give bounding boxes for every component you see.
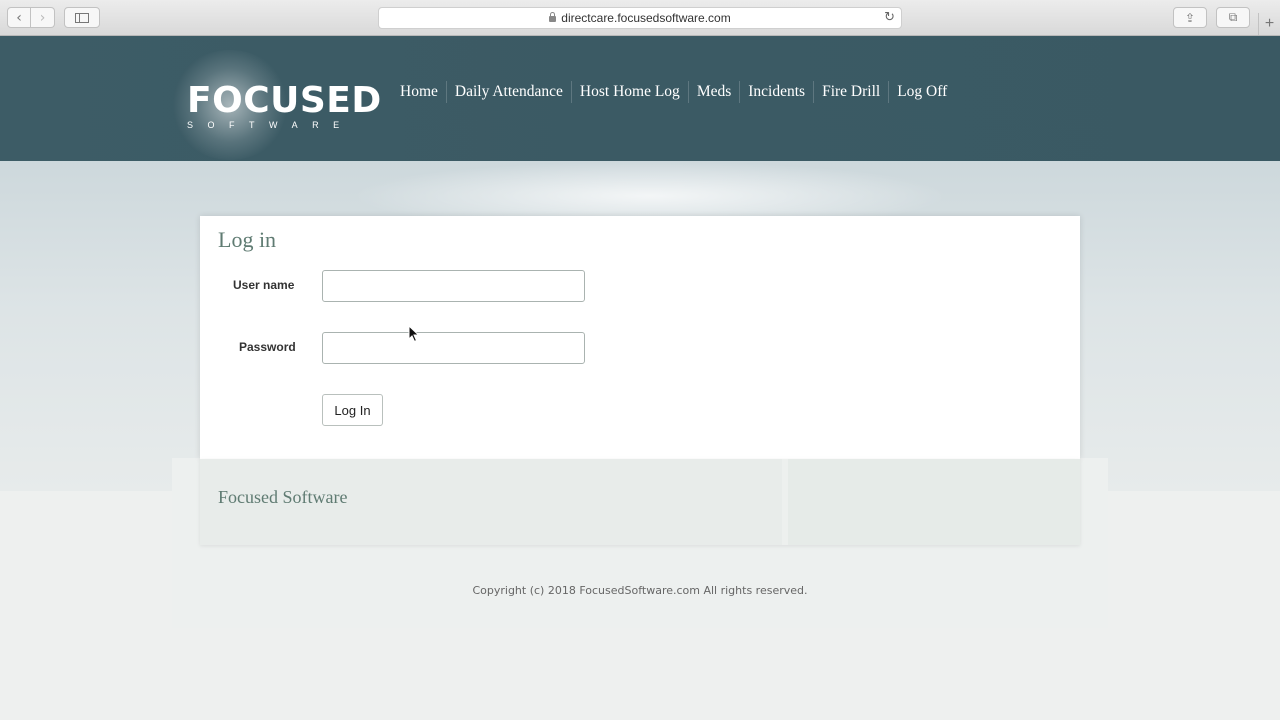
password-label: Password: [239, 340, 296, 354]
logo-wordmark: FOCUSED: [187, 80, 382, 121]
menu-item-meds[interactable]: Meds: [687, 81, 739, 103]
tabs-icon: ⧉: [1228, 10, 1238, 24]
password-field[interactable]: [322, 332, 585, 364]
menu-item-fire-drill[interactable]: Fire Drill: [813, 81, 888, 103]
login-button[interactable]: Log In: [322, 394, 383, 426]
menu-item-log-off[interactable]: Log Off: [888, 81, 955, 103]
footer-brand: Focused Software: [218, 487, 348, 507]
share-button[interactable]: ⇪: [1173, 7, 1207, 28]
menu-item-incidents[interactable]: Incidents: [739, 81, 813, 103]
copyright-text: Copyright (c) 2018 FocusedSoftware.com A…: [472, 584, 808, 597]
chevron-right-icon: ›: [39, 9, 46, 26]
menu-item-home[interactable]: Home: [392, 81, 446, 103]
address-bar[interactable]: directcare.focusedsoftware.com ↻: [378, 7, 902, 29]
history-nav: ‹ ›: [7, 7, 55, 28]
site-logo[interactable]: FOCUSED SOFTWARE: [187, 80, 382, 131]
forward-button[interactable]: ›: [31, 7, 55, 28]
footer-side-panel: [782, 459, 1080, 545]
sidebar-toggle-button[interactable]: [64, 7, 100, 28]
browser-toolbar: ‹ › directcare.focusedsoftware.com ↻ ⇪ ⧉…: [0, 0, 1280, 36]
reload-icon[interactable]: ↻: [884, 10, 895, 25]
login-panel: Log in User name Password Log In: [200, 216, 1080, 459]
menu-item-daily-attendance[interactable]: Daily Attendance: [445, 81, 571, 103]
login-title: Log in: [218, 227, 277, 252]
show-tabs-button[interactable]: ⧉: [1216, 7, 1250, 28]
main-menu: Home Daily Attendance Host Home Log Meds…: [392, 81, 955, 103]
new-tab-button[interactable]: +: [1258, 13, 1280, 35]
lock-icon: [549, 12, 557, 22]
url-text: directcare.focusedsoftware.com: [561, 11, 731, 25]
username-label: User name: [233, 278, 295, 292]
menu-item-host-home-log[interactable]: Host Home Log: [570, 81, 688, 103]
share-icon: ⇪: [1184, 10, 1196, 25]
logo-subtitle: SOFTWARE: [187, 120, 354, 130]
username-field[interactable]: [322, 270, 585, 302]
footer-panel: Focused Software: [200, 459, 1080, 545]
sidebar-icon: [75, 12, 89, 23]
back-button[interactable]: ‹: [7, 7, 31, 28]
plus-icon: +: [1264, 15, 1275, 32]
chevron-left-icon: ‹: [16, 9, 22, 26]
